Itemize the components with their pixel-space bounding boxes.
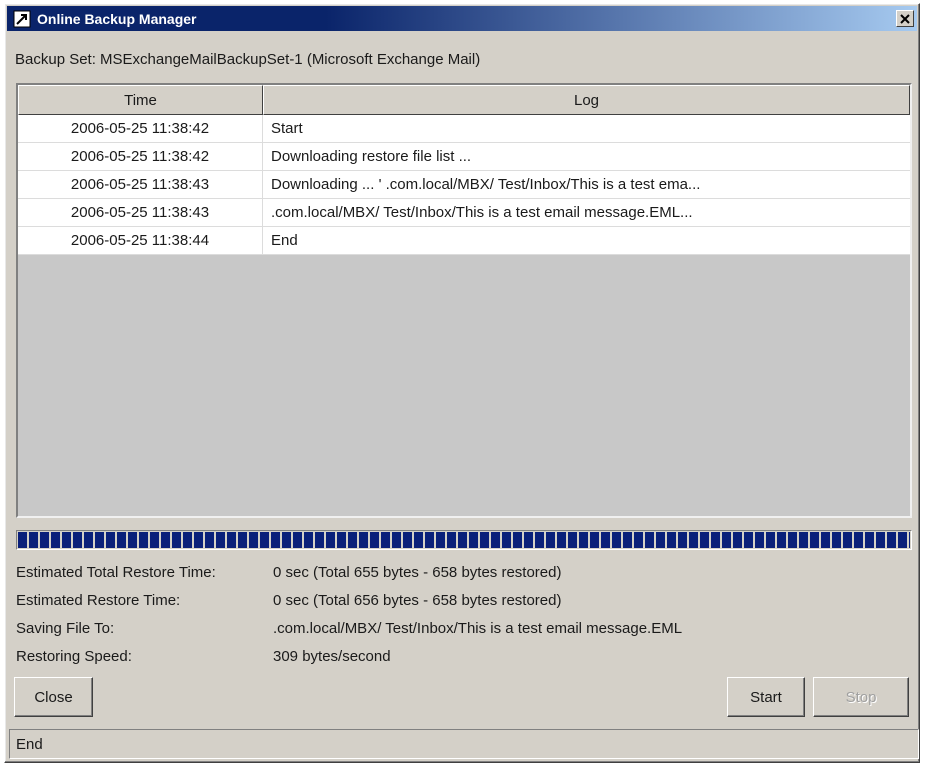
window-title: Online Backup Manager: [37, 10, 197, 27]
info-label: Estimated Restore Time:: [16, 591, 181, 609]
title-bar: Online Backup Manager: [7, 6, 917, 31]
info-value: .com.local/MBX/ Test/Inbox/This is a tes…: [273, 619, 683, 637]
table-row[interactable]: 2006-05-25 11:38:42 Start: [18, 115, 910, 143]
time-cell: 2006-05-25 11:38:43: [18, 171, 263, 198]
info-value: 309 bytes/second: [273, 647, 391, 665]
time-cell: 2006-05-25 11:38:42: [18, 115, 263, 142]
info-value: 0 sec (Total 656 bytes - 658 bytes resto…: [273, 591, 562, 609]
progress-fill: [18, 532, 910, 548]
stop-button: Stop: [813, 677, 909, 717]
column-header-time[interactable]: Time: [18, 85, 263, 115]
time-cell: 2006-05-25 11:38:44: [18, 227, 263, 254]
status-text: End: [16, 735, 43, 753]
start-button[interactable]: Start: [727, 677, 805, 717]
window-close-button[interactable]: [896, 10, 914, 27]
close-icon: [900, 13, 910, 24]
status-bar: End: [9, 729, 919, 759]
log-cell: .com.local/MBX/ Test/Inbox/This is a tes…: [271, 204, 693, 221]
table-row[interactable]: 2006-05-25 11:38:44 End: [18, 227, 910, 255]
info-label: Restoring Speed:: [16, 647, 132, 665]
info-row-restore-time: Estimated Restore Time: 0 sec (Total 656…: [16, 588, 561, 612]
table-body: 2006-05-25 11:38:42 Start 2006-05-25 11:…: [18, 115, 910, 255]
info-label: Estimated Total Restore Time:: [16, 563, 216, 581]
info-row-speed: Restoring Speed: 309 bytes/second: [16, 644, 391, 668]
close-button[interactable]: Close: [14, 677, 93, 717]
log-cell: Downloading ... ' .com.local/MBX/ Test/I…: [271, 176, 701, 193]
table-header: Time Log: [18, 85, 910, 115]
log-table[interactable]: Time Log 2006-05-25 11:38:42 Start 2006-…: [16, 83, 912, 518]
table-row[interactable]: 2006-05-25 11:38:42 Downloading restore …: [18, 143, 910, 171]
time-cell: 2006-05-25 11:38:43: [18, 199, 263, 226]
backup-window: Online Backup Manager Backup Set: MSExch…: [4, 3, 920, 763]
info-row-total-time: Estimated Total Restore Time: 0 sec (Tot…: [16, 560, 561, 584]
column-header-log[interactable]: Log: [263, 85, 910, 115]
app-arrow-icon: [13, 10, 31, 27]
time-cell: 2006-05-25 11:38:42: [18, 143, 263, 170]
info-row-saving-file: Saving File To: .com.local/MBX/ Test/Inb…: [16, 616, 682, 640]
log-cell: End: [271, 232, 298, 249]
restore-progress-bar: [16, 530, 912, 550]
info-value: 0 sec (Total 655 bytes - 658 bytes resto…: [273, 563, 562, 581]
backup-set-label: Backup Set: MSExchangeMailBackupSet-1 (M…: [15, 51, 481, 68]
log-cell: Downloading restore file list ...: [271, 148, 472, 165]
table-row[interactable]: 2006-05-25 11:38:43 .com.local/MBX/ Test…: [18, 199, 910, 227]
log-cell: Start: [271, 120, 303, 137]
info-label: Saving File To:: [16, 619, 115, 637]
table-row[interactable]: 2006-05-25 11:38:43 Downloading ... ' .c…: [18, 171, 910, 199]
